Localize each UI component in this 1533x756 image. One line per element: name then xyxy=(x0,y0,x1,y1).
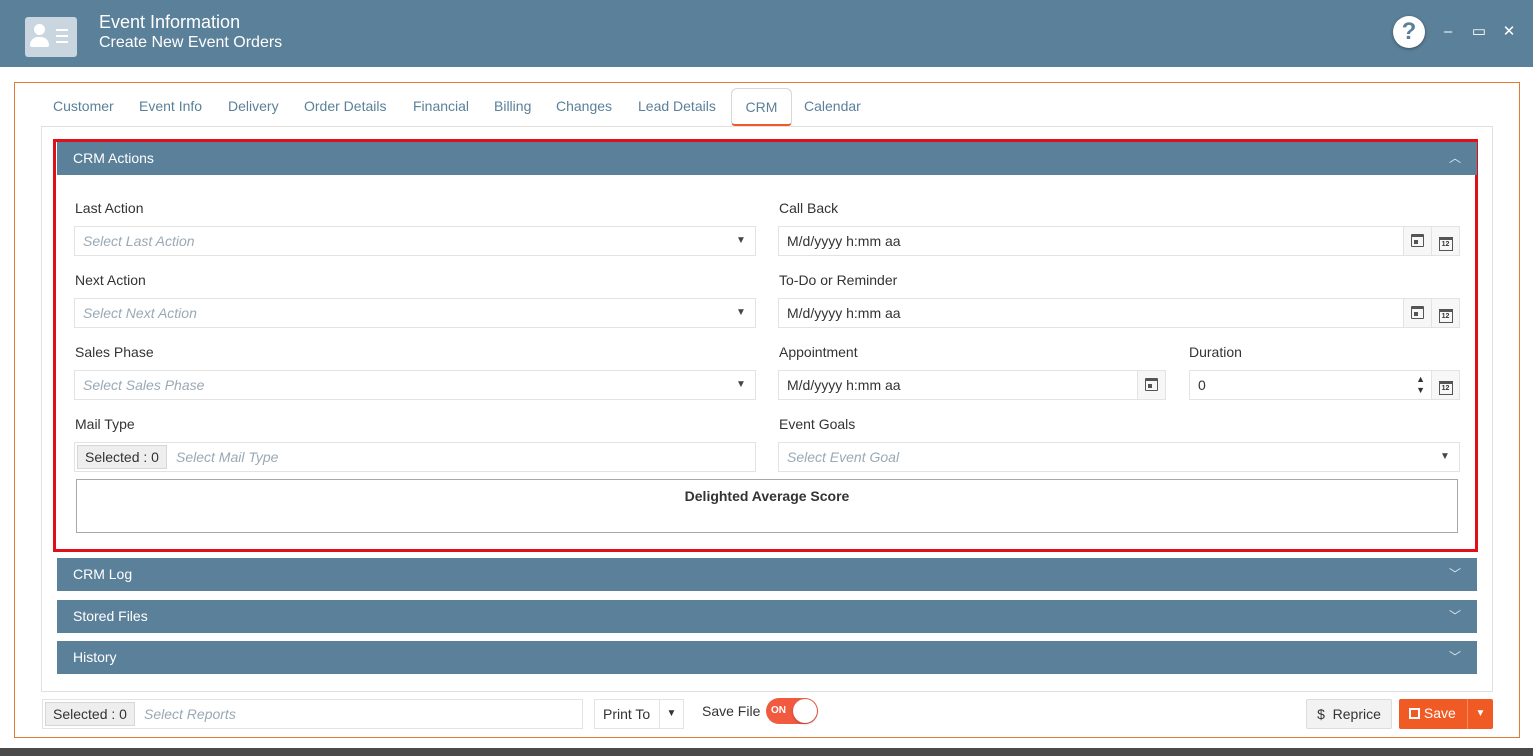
mail-type-multiselect[interactable]: Selected : 0 Select Mail Type xyxy=(74,442,756,472)
caret-down-icon[interactable]: ▼ xyxy=(1431,443,1459,471)
tab-order-details[interactable]: Order Details xyxy=(304,88,386,126)
title-bar: Event Information Create New Event Order… xyxy=(0,0,1533,67)
selected-count-badge: Selected : 0 xyxy=(45,702,135,726)
todo-input[interactable]: M/d/yyyy h:mm aa 12 xyxy=(778,298,1460,328)
reprice-button[interactable]: $ Reprice xyxy=(1306,699,1392,729)
save-file-toggle[interactable]: ON xyxy=(766,698,818,724)
tab-financial[interactable]: Financial xyxy=(413,88,469,126)
caret-down-icon[interactable]: ▼ xyxy=(659,700,683,728)
last-action-label: Last Action xyxy=(75,200,144,216)
tab-billing[interactable]: Billing xyxy=(494,88,531,126)
delighted-score-box: Delighted Average Score xyxy=(76,479,1458,533)
sales-phase-select[interactable]: Select Sales Phase ▼ xyxy=(74,370,756,400)
reports-multiselect[interactable]: Selected : 0 Select Reports xyxy=(42,699,583,729)
event-goals-label: Event Goals xyxy=(779,416,856,432)
calendar-icon[interactable] xyxy=(1403,299,1431,327)
event-goals-select[interactable]: Select Event Goal ▼ xyxy=(778,442,1460,472)
todo-label: To-Do or Reminder xyxy=(779,272,898,288)
calendar-12-icon[interactable]: 12 xyxy=(1431,371,1459,399)
save-button[interactable]: Save ▼ xyxy=(1399,699,1493,729)
chevron-up-icon[interactable]: ︿ xyxy=(1449,142,1461,175)
selected-count-badge: Selected : 0 xyxy=(77,445,167,469)
tab-calendar[interactable]: Calendar xyxy=(804,88,861,126)
crm-actions-header[interactable]: CRM Actions ︿ xyxy=(57,142,1477,175)
help-button[interactable]: ? xyxy=(1393,16,1425,48)
print-to-select[interactable]: Print To ▼ xyxy=(594,699,684,729)
next-action-select[interactable]: Select Next Action ▼ xyxy=(74,298,756,328)
mail-type-label: Mail Type xyxy=(75,416,135,432)
dollar-icon: $ xyxy=(1317,706,1325,722)
duration-label: Duration xyxy=(1189,344,1242,360)
call-back-label: Call Back xyxy=(779,200,839,216)
chevron-down-icon[interactable]: ﹀ xyxy=(1449,641,1461,674)
window-title: Event Information xyxy=(99,12,241,32)
history-header[interactable]: History ﹀ xyxy=(57,641,1477,674)
close-button[interactable]: ✕ xyxy=(1501,22,1517,42)
contact-card-icon xyxy=(25,17,77,57)
next-action-label: Next Action xyxy=(75,272,146,288)
calendar-icon[interactable] xyxy=(1403,227,1431,255)
maximize-button[interactable]: ▭ xyxy=(1471,22,1487,42)
sales-phase-label: Sales Phase xyxy=(75,344,154,360)
stored-files-header[interactable]: Stored Files ﹀ xyxy=(57,600,1477,633)
call-back-input[interactable]: M/d/yyyy h:mm aa 12 xyxy=(778,226,1460,256)
chevron-down-icon[interactable]: ﹀ xyxy=(1449,600,1461,633)
tab-crm[interactable]: CRM xyxy=(731,88,792,126)
delighted-score-title: Delighted Average Score xyxy=(684,488,850,504)
crm-log-header[interactable]: CRM Log ﹀ xyxy=(57,558,1477,591)
window-subtitle: Create New Event Orders xyxy=(99,34,283,51)
caret-down-icon[interactable]: ▼ xyxy=(727,227,755,255)
tab-changes[interactable]: Changes xyxy=(556,88,612,126)
minimize-button[interactable]: – xyxy=(1440,22,1456,42)
tab-event-info[interactable]: Event Info xyxy=(139,88,202,126)
caret-down-icon[interactable]: ▼ xyxy=(1467,699,1493,729)
caret-down-icon[interactable]: ▼ xyxy=(727,371,755,399)
appointment-label: Appointment xyxy=(779,344,858,360)
appointment-input[interactable]: M/d/yyyy h:mm aa xyxy=(778,370,1166,400)
last-action-select[interactable]: Select Last Action ▼ xyxy=(74,226,756,256)
floppy-disk-icon xyxy=(1409,708,1420,719)
calendar-icon[interactable] xyxy=(1137,371,1165,399)
chevron-down-icon[interactable]: ﹀ xyxy=(1449,558,1461,591)
stepper-arrows-icon[interactable]: ▲ ▼ xyxy=(1416,371,1425,396)
calendar-12-icon[interactable]: 12 xyxy=(1431,299,1459,327)
calendar-12-icon[interactable]: 12 xyxy=(1431,227,1459,255)
tab-customer[interactable]: Customer xyxy=(53,88,114,126)
tab-lead-details[interactable]: Lead Details xyxy=(638,88,716,126)
taskbar-strip xyxy=(0,748,1533,756)
duration-stepper[interactable]: 0 ▲ ▼ 12 xyxy=(1189,370,1460,400)
caret-down-icon[interactable]: ▼ xyxy=(727,299,755,327)
save-file-label: Save File xyxy=(702,703,761,719)
crm-actions-title: CRM Actions xyxy=(73,150,154,166)
tab-delivery[interactable]: Delivery xyxy=(228,88,279,126)
